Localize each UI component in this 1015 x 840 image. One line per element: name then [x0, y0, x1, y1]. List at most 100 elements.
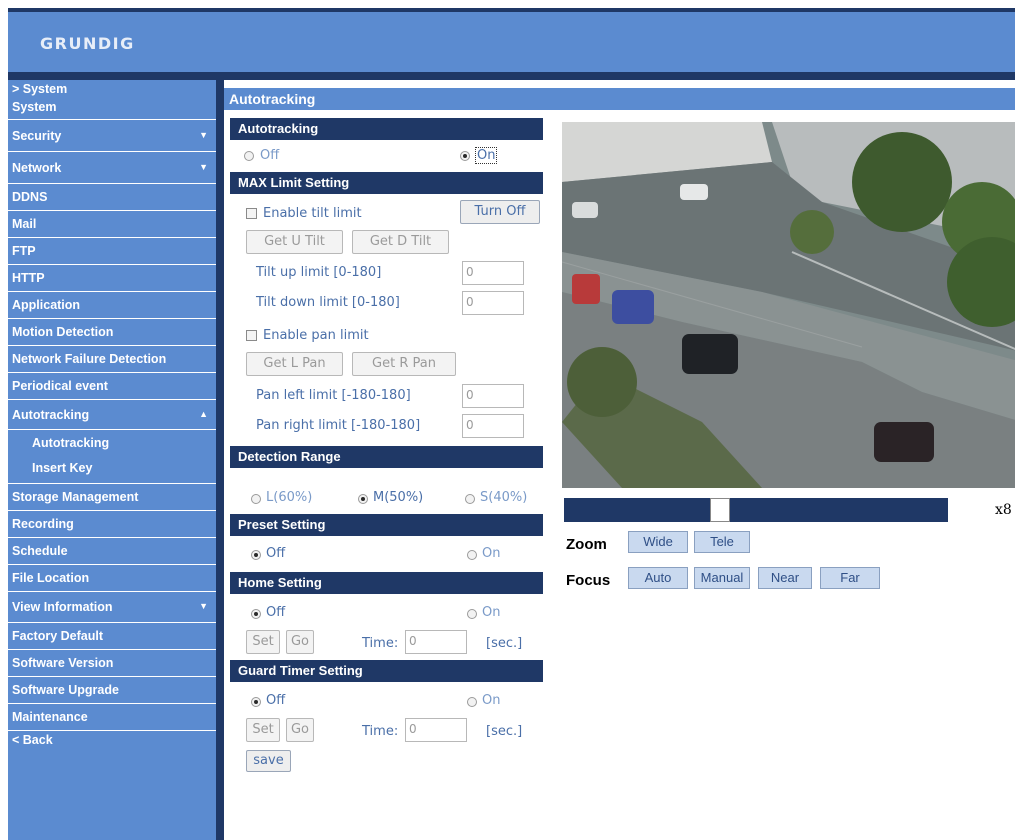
save-button[interactable]: save [246, 750, 291, 772]
sidebar-item-label: DDNS [12, 190, 48, 204]
focus-near-button[interactable]: Near [758, 567, 812, 589]
guard-time-label: Time: [362, 724, 399, 739]
sidebar-item-network-failure-detection[interactable]: Network Failure Detection [8, 346, 216, 373]
sidebar-subitem-autotracking[interactable]: Autotracking [8, 430, 216, 457]
autotracking-off-radio[interactable] [244, 151, 254, 161]
pan-left-limit-input[interactable]: 0 [462, 384, 524, 408]
autotracking-off-label: Off [260, 148, 280, 163]
home-off-radio[interactable] [251, 609, 261, 619]
section-preset-header: Preset Setting [230, 514, 543, 536]
guard-off-label: Off [266, 693, 286, 708]
detection-range-m-label: M(50%) [373, 490, 424, 505]
brand-logo: GRUNDIG [40, 34, 135, 53]
header-bar: GRUNDIG [8, 8, 1015, 72]
sidebar-item-system[interactable]: System [8, 98, 216, 120]
enable-tilt-limit-checkbox[interactable] [246, 208, 257, 219]
sidebar-subitem-insert-key[interactable]: Insert Key [8, 457, 216, 484]
chevron-down-icon: ▼ [199, 601, 208, 611]
sidebar-item-label: HTTP [12, 271, 45, 285]
preset-on-radio[interactable] [467, 550, 477, 560]
zoom-level-readout: x8 [995, 502, 1012, 518]
get-d-tilt-button[interactable]: Get D Tilt [352, 230, 449, 254]
get-r-pan-button[interactable]: Get R Pan [352, 352, 456, 376]
sidebar-item-ftp[interactable]: FTP [8, 238, 216, 265]
sidebar-item-label: Mail [12, 217, 37, 231]
focus-auto-button[interactable]: Auto [628, 567, 688, 589]
page-title: Autotracking [224, 88, 1015, 110]
pan-right-limit-label: Pan right limit [-180-180] [256, 418, 421, 433]
sidebar-item-label: Network Failure Detection [12, 352, 167, 366]
sidebar-item-label: Periodical event [12, 379, 108, 393]
header-divider [8, 72, 1015, 80]
sidebar-item-label: > System [12, 82, 68, 96]
guard-time-input[interactable]: 0 [405, 718, 467, 742]
preset-off-radio[interactable] [251, 550, 261, 560]
sidebar-item-recording[interactable]: Recording [8, 511, 216, 538]
sidebar-item-system-back[interactable]: > System [8, 80, 216, 98]
camera-feed-image [562, 122, 1015, 488]
detection-range-s-radio[interactable] [465, 494, 475, 504]
sidebar-item-autotracking[interactable]: Autotracking ▲ [8, 400, 216, 430]
sidebar-item-label: Application [12, 298, 81, 312]
home-go-button[interactable]: Go [286, 630, 314, 654]
get-l-pan-button[interactable]: Get L Pan [246, 352, 343, 376]
turn-off-button[interactable]: Turn Off [460, 200, 540, 224]
sidebar-item-motion-detection[interactable]: Motion Detection [8, 319, 216, 346]
sidebar-item-label: Factory Default [12, 629, 103, 643]
sidebar-item-application[interactable]: Application [8, 292, 216, 319]
sidebar-item-label: FTP [12, 244, 36, 258]
sidebar-item-label: Storage Management [12, 490, 139, 504]
sidebar-item-label: Autotracking [12, 408, 90, 422]
sidebar-item-software-upgrade[interactable]: Software Upgrade [8, 677, 216, 704]
sidebar-item-view-information[interactable]: View Information ▼ [8, 592, 216, 623]
tilt-down-limit-label: Tilt down limit [0-180] [256, 295, 400, 310]
live-video-view[interactable] [562, 122, 1015, 488]
tilt-down-limit-input[interactable]: 0 [462, 291, 524, 315]
home-on-radio[interactable] [467, 609, 477, 619]
enable-pan-limit-checkbox[interactable] [246, 330, 257, 341]
autotracking-row: Off On [230, 142, 543, 170]
sidebar-item-maintenance[interactable]: Maintenance [8, 704, 216, 731]
chevron-down-icon: ▼ [199, 162, 208, 172]
home-set-button[interactable]: Set [246, 630, 280, 654]
section-max-limit-header: MAX Limit Setting [230, 172, 543, 194]
tilt-up-limit-input[interactable]: 0 [462, 261, 524, 285]
sidebar-item-software-version[interactable]: Software Version [8, 650, 216, 677]
sidebar-item-factory-default[interactable]: Factory Default [8, 623, 216, 650]
autotracking-on-radio[interactable] [460, 151, 470, 161]
guard-off-radio[interactable] [251, 697, 261, 707]
sidebar-item-back[interactable]: < Back [8, 731, 216, 753]
zoom-wide-button[interactable]: Wide [628, 531, 688, 553]
section-autotracking-header: Autotracking [230, 118, 543, 140]
detection-range-m-radio[interactable] [358, 494, 368, 504]
home-unit-label: [sec.] [486, 636, 523, 651]
zoom-slider-handle[interactable] [710, 498, 730, 522]
guard-go-button[interactable]: Go [286, 718, 314, 742]
sidebar-item-label: Security [12, 129, 62, 143]
sidebar: > System System Security ▼ Network ▼ DDNS … [8, 80, 216, 840]
zoom-tele-button[interactable]: Tele [694, 531, 750, 553]
focus-far-button[interactable]: Far [820, 567, 880, 589]
sidebar-item-label: < Back [12, 733, 53, 747]
sidebar-item-file-location[interactable]: File Location [8, 565, 216, 592]
get-u-tilt-button[interactable]: Get U Tilt [246, 230, 343, 254]
tilt-up-limit-label: Tilt up limit [0-180] [256, 265, 382, 280]
sidebar-item-mail[interactable]: Mail [8, 211, 216, 238]
focus-manual-button[interactable]: Manual [694, 567, 750, 589]
sidebar-item-security[interactable]: Security ▼ [8, 120, 216, 152]
autotracking-on-label: On [475, 147, 498, 164]
preset-off-label: Off [266, 546, 286, 561]
zoom-slider[interactable] [564, 498, 948, 522]
detection-range-l-radio[interactable] [251, 494, 261, 504]
sidebar-item-schedule[interactable]: Schedule [8, 538, 216, 565]
sidebar-item-storage-management[interactable]: Storage Management [8, 484, 216, 511]
home-time-input[interactable]: 0 [405, 630, 467, 654]
sidebar-item-network[interactable]: Network ▼ [8, 152, 216, 184]
sidebar-item-periodical-event[interactable]: Periodical event [8, 373, 216, 400]
pan-right-limit-input[interactable]: 0 [462, 414, 524, 438]
sidebar-item-ddns[interactable]: DDNS [8, 184, 216, 211]
guard-on-radio[interactable] [467, 697, 477, 707]
guard-set-button[interactable]: Set [246, 718, 280, 742]
sidebar-item-http[interactable]: HTTP [8, 265, 216, 292]
sidebar-item-label: Software Upgrade [12, 683, 119, 697]
